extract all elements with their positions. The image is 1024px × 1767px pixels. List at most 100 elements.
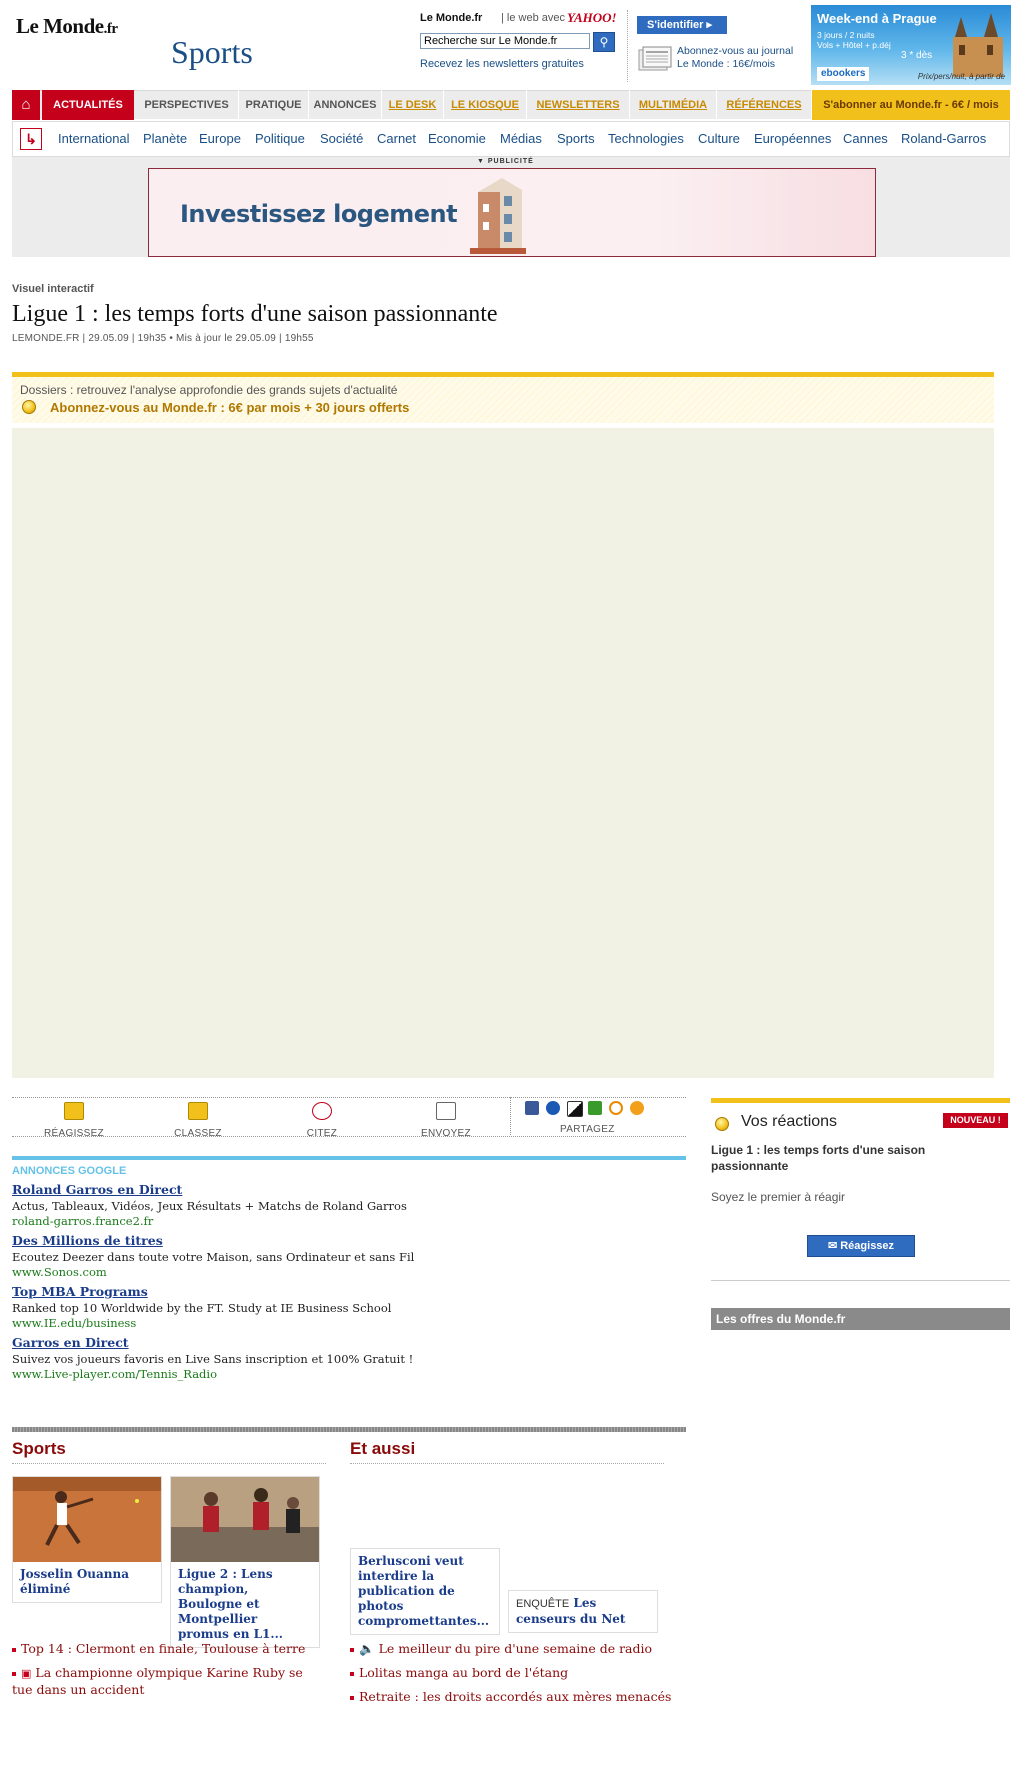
tab-annonces[interactable]: ANNONCES xyxy=(309,90,382,120)
ad-prague-price: 3 * dès xyxy=(901,50,933,61)
subscribe-offer-link[interactable]: Abonnez-vous au Monde.fr : 6€ par mois +… xyxy=(50,400,409,415)
dossiers-link[interactable]: Dossiers : retrouvez l'analyse approfond… xyxy=(20,383,397,397)
google-ad-item[interactable]: Des Millions de titres Ecoutez Deezer da… xyxy=(12,1233,686,1279)
star-icon[interactable] xyxy=(546,1101,560,1115)
envelope-icon xyxy=(436,1102,456,1120)
card-caption[interactable]: Ligue 2 : Lens champion, Boulogne et Mon… xyxy=(171,1562,319,1647)
news-card[interactable]: ENQUÊTE Les censeurs du Net xyxy=(508,1590,658,1633)
tab-actualites[interactable]: ACTUALITÉS xyxy=(42,90,134,120)
google-ads-bar xyxy=(12,1156,686,1160)
tab-multimedia[interactable]: MULTIMÉDIA xyxy=(630,90,717,120)
sub-nav-medias[interactable]: Médias xyxy=(500,131,542,146)
aussi-divider xyxy=(350,1463,664,1464)
ad-prague[interactable]: Week-end à Prague 3 jours / 2 nuits Vols … xyxy=(811,5,1011,85)
sub-nav-sports[interactable]: Sports xyxy=(557,131,595,146)
interactive-visual-area[interactable] xyxy=(12,428,994,1078)
reagissez-button[interactable]: ✉ Réagissez xyxy=(807,1235,915,1257)
home-button[interactable]: ⌂ xyxy=(12,90,40,120)
ad-title[interactable]: Garros en Direct xyxy=(12,1335,686,1350)
sub-nav-carnet[interactable]: Carnet xyxy=(377,131,416,146)
sub-nav-culture[interactable]: Culture xyxy=(698,131,740,146)
sub-nav-cannes[interactable]: Cannes xyxy=(843,131,888,146)
sports-link[interactable]: ▣ La championne olympique Karine Ruby se… xyxy=(12,1665,312,1698)
journal-subscribe-link[interactable]: Abonnez-vous au journal Le Monde : 16€/mo… xyxy=(677,45,793,71)
bottom-section-bar xyxy=(12,1427,686,1432)
ad-title[interactable]: Roland Garros en Direct xyxy=(12,1182,686,1197)
tab-perspectives[interactable]: PERSPECTIVES xyxy=(135,90,239,120)
google-ad-item[interactable]: Roland Garros en Direct Actus, Tableaux,… xyxy=(12,1182,686,1228)
subscribe-tab[interactable]: S'abonner au Monde.fr - 6€ / mois xyxy=(812,90,1010,120)
sports-heading[interactable]: Sports xyxy=(12,1439,66,1459)
aussi-link[interactable]: Retraite : les droits accordés aux mères… xyxy=(350,1689,680,1705)
comment-icon: ✉ xyxy=(827,1240,838,1252)
tab-references[interactable]: RÉFÉRENCES xyxy=(717,90,812,120)
aussi-link-label: Lolitas manga au bord de l'étang xyxy=(359,1665,569,1680)
news-card[interactable]: Ligue 2 : Lens champion, Boulogne et Mon… xyxy=(170,1476,320,1648)
site-logo[interactable]: Le Monde.fr xyxy=(16,14,118,39)
ad-url[interactable]: www.Sonos.com xyxy=(12,1265,686,1279)
toolbar-divider xyxy=(510,1097,511,1135)
sub-nav-technologies[interactable]: Technologies xyxy=(608,131,684,146)
smiley-icon xyxy=(22,400,36,414)
aussi-link[interactable]: Lolitas manga au bord de l'étang xyxy=(350,1665,680,1681)
google-ads-title: ANNONCES GOOGLE xyxy=(12,1165,127,1177)
sub-nav-societe[interactable]: Société xyxy=(320,131,363,146)
news-card[interactable]: Josselin Ouanna éliminé xyxy=(12,1476,162,1603)
ad-title[interactable]: Des Millions de titres xyxy=(12,1233,686,1248)
sub-nav-europe[interactable]: Europe xyxy=(199,131,241,146)
football-photo xyxy=(171,1477,319,1562)
tab-pratique[interactable]: PRATIQUE xyxy=(239,90,309,120)
sub-nav-economie[interactable]: Economie xyxy=(428,131,486,146)
facebook-icon[interactable] xyxy=(525,1101,539,1115)
sub-nav-politique[interactable]: Politique xyxy=(255,131,305,146)
sports-link[interactable]: Top 14 : Clermont en finale, Toulouse à … xyxy=(12,1641,332,1657)
envoyez-tool[interactable]: ENVOYEZ xyxy=(386,1100,506,1139)
ad-title[interactable]: Top MBA Programs xyxy=(12,1284,686,1299)
delicious-icon[interactable] xyxy=(567,1101,583,1117)
web-avec-label: | le web avec xyxy=(501,12,566,24)
smiley-icon xyxy=(715,1117,729,1131)
tab-le-kiosque[interactable]: LE KIOSQUE xyxy=(444,90,527,120)
ad-description: Actus, Tableaux, Vidéos, Jeux Résultats … xyxy=(12,1199,407,1213)
new-badge: NOUVEAU ! xyxy=(943,1113,1008,1128)
ad-url[interactable]: roland-garros.france2.fr xyxy=(12,1214,686,1228)
rss-icon[interactable] xyxy=(609,1101,623,1115)
share-more-icon[interactable] xyxy=(630,1101,644,1115)
ad-description: Suivez vos joueurs favoris en Live Sans … xyxy=(12,1352,414,1366)
sub-nav-europeennes[interactable]: Européennes xyxy=(754,131,831,146)
journal-line1: Abonnez-vous au journal xyxy=(677,45,794,57)
sub-nav-planete[interactable]: Planète xyxy=(143,131,187,146)
reagissez-button-label: Réagissez xyxy=(840,1240,895,1252)
section-title: Sports xyxy=(171,34,253,70)
card-caption[interactable]: Josselin Ouanna éliminé xyxy=(13,1562,161,1602)
card-caption[interactable]: Berlusconi veut interdire la publication… xyxy=(351,1549,499,1634)
header-divider xyxy=(627,10,628,82)
logo-text: Le Monde xyxy=(16,14,104,38)
google-ad-item[interactable]: Garros en Direct Suivez vos joueurs favo… xyxy=(12,1335,686,1381)
classez-tool[interactable]: CLASSEZ xyxy=(138,1100,258,1139)
reactions-title: Vos réactions xyxy=(741,1113,838,1130)
reactions-divider xyxy=(711,1280,1010,1281)
digg-icon[interactable] xyxy=(588,1101,602,1115)
quote-icon xyxy=(312,1102,332,1120)
ad-url[interactable]: www.IE.edu/business xyxy=(12,1316,686,1330)
home-icon: ⌂ xyxy=(21,96,31,113)
search-button[interactable]: ⚲ xyxy=(593,32,615,52)
sub-nav-international[interactable]: International xyxy=(58,131,130,146)
newsletter-link[interactable]: Recevez les newsletters gratuites xyxy=(420,58,584,70)
newspaper-icon xyxy=(638,46,672,71)
reagissez-tool[interactable]: RÉAGISSEZ xyxy=(14,1100,134,1139)
sports-link-label: Top 14 : Clermont en finale, Toulouse à … xyxy=(21,1641,306,1656)
tab-newsletters[interactable]: NEWSLETTERS xyxy=(527,90,630,120)
aussi-link[interactable]: 🔈 Le meilleur du pire d'une semaine de r… xyxy=(350,1641,680,1657)
search-input[interactable] xyxy=(420,33,590,49)
citez-tool[interactable]: CITEZ xyxy=(262,1100,382,1139)
tab-le-desk[interactable]: LE DESK xyxy=(382,90,444,120)
ad-url[interactable]: www.Live-player.com/Tennis_Radio xyxy=(12,1367,686,1381)
login-button[interactable]: S'identifier ▸ xyxy=(637,16,727,34)
sports-link-label: La championne olympique Karine Ruby se t… xyxy=(12,1665,303,1697)
news-card[interactable]: Berlusconi veut interdire la publication… xyxy=(350,1548,500,1635)
bullet-icon xyxy=(350,1671,354,1676)
sub-nav-roland-garros[interactable]: Roland-Garros xyxy=(901,131,986,146)
google-ad-item[interactable]: Top MBA Programs Ranked top 10 Worldwide… xyxy=(12,1284,686,1330)
